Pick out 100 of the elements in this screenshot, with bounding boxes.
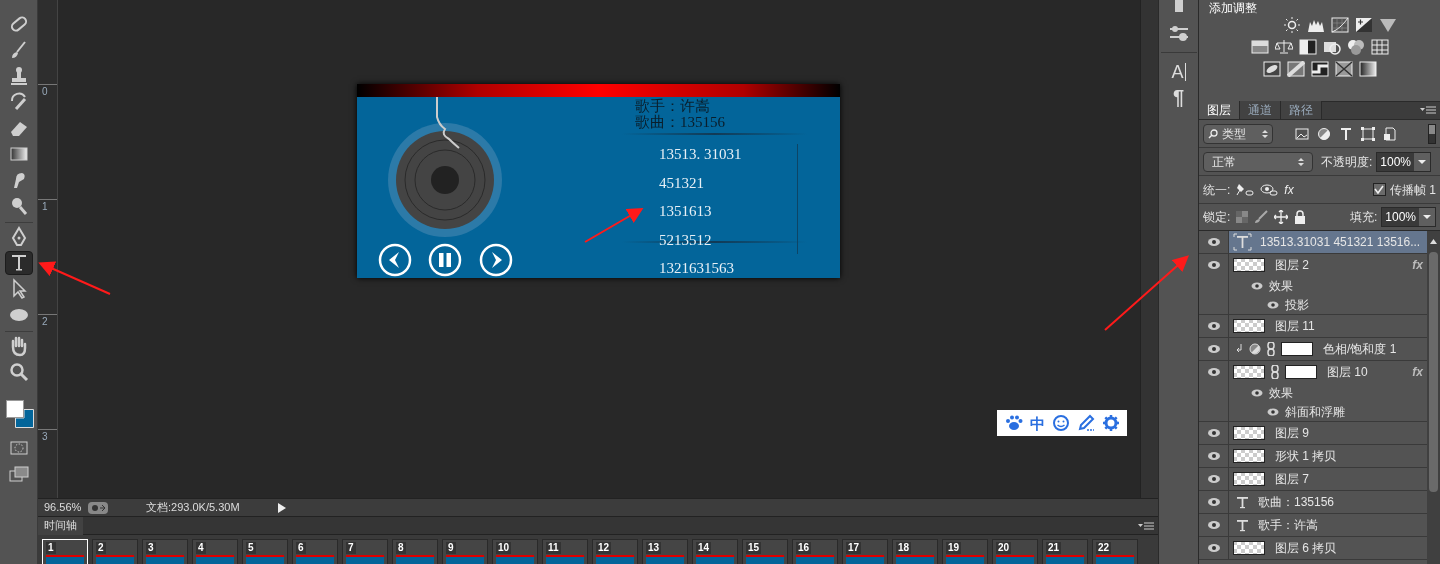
- animation-frame[interactable]: 22: [1092, 539, 1138, 564]
- posterize-icon[interactable]: [1286, 61, 1305, 77]
- move-arrows-icon[interactable]: [1274, 210, 1289, 224]
- selective-color-icon[interactable]: [1334, 61, 1353, 77]
- expand-arrow-icon[interactable]: [278, 502, 286, 513]
- scroll-up-icon[interactable]: [1430, 239, 1437, 244]
- panel-tab[interactable]: 路径: [1281, 101, 1322, 119]
- scales-icon[interactable]: [1274, 39, 1293, 55]
- visibility-eye-icon[interactable]: [1251, 388, 1263, 397]
- image-filter-icon[interactable]: [1295, 126, 1309, 141]
- unify-visibility-icon[interactable]: [1260, 182, 1279, 197]
- animation-frame[interactable]: 15: [742, 539, 788, 564]
- visibility-eye-icon[interactable]: [1206, 451, 1221, 461]
- color-balance-swatch-icon[interactable]: [1250, 39, 1269, 55]
- background-color-swatch[interactable]: [14, 409, 34, 428]
- visibility-eye-icon[interactable]: [1206, 344, 1221, 354]
- animation-frame[interactable]: 4: [192, 539, 238, 564]
- animation-frame[interactable]: 6: [292, 539, 338, 564]
- unify-style-button[interactable]: fx: [1284, 180, 1294, 199]
- layers-scrollbar[interactable]: [1427, 231, 1440, 564]
- panel-tab[interactable]: 图层: [1199, 101, 1240, 119]
- filter-toggle[interactable]: [1428, 123, 1436, 144]
- foreground-color-swatch[interactable]: [5, 400, 24, 418]
- panel-menu-icon[interactable]: [1420, 105, 1436, 115]
- propagate-frame-checkbox[interactable]: 传播帧 1: [1373, 180, 1436, 199]
- lock-paint-icon[interactable]: [1254, 210, 1269, 224]
- panel-menu-icon[interactable]: [1138, 520, 1154, 531]
- pencil-icon[interactable]: [1076, 414, 1095, 432]
- animation-frame[interactable]: 8: [392, 539, 438, 564]
- exposure-icon[interactable]: [1354, 17, 1373, 33]
- visibility-eye-icon[interactable]: [1206, 237, 1221, 247]
- next-button[interactable]: [479, 243, 513, 277]
- animation-frame[interactable]: 18: [892, 539, 938, 564]
- unify-position-icon[interactable]: [1236, 182, 1255, 197]
- curves-icon[interactable]: [1330, 17, 1349, 33]
- visibility-eye-icon[interactable]: [1206, 474, 1221, 484]
- layer-row[interactable]: 色相/饱和度 1: [1229, 338, 1427, 360]
- layer-row[interactable]: 图层 6 拷贝: [1229, 537, 1427, 559]
- layer-row[interactable]: 图层 7: [1229, 468, 1427, 490]
- vertical-scrollbar[interactable]: [1140, 0, 1158, 498]
- animation-frame[interactable]: 19: [942, 539, 988, 564]
- visibility-eye-icon[interactable]: [1206, 497, 1221, 507]
- vibrance-icon[interactable]: [1378, 17, 1397, 33]
- visibility-eye-icon[interactable]: [1206, 321, 1221, 331]
- lock-icon[interactable]: [1294, 210, 1307, 224]
- layer-row[interactable]: 13513.31031 451321 13516...: [1229, 231, 1427, 253]
- brightness-icon[interactable]: [1282, 17, 1301, 33]
- animation-frame[interactable]: 16: [792, 539, 838, 564]
- layer-row[interactable]: 图层 9: [1229, 422, 1427, 444]
- animation-frame[interactable]: 20: [992, 539, 1038, 564]
- layer-row[interactable]: 图层 10 fx: [1229, 361, 1427, 383]
- pause-button[interactable]: [428, 243, 462, 277]
- animation-frame[interactable]: 10: [492, 539, 538, 564]
- visibility-eye-icon[interactable]: [1206, 260, 1221, 270]
- animation-frame[interactable]: 7: [342, 539, 388, 564]
- animation-frame[interactable]: 14: [692, 539, 738, 564]
- animation-frame[interactable]: 21: [1042, 539, 1088, 564]
- layer-row[interactable]: 歌曲：135156: [1229, 491, 1427, 513]
- visibility-eye-icon[interactable]: [1206, 428, 1221, 438]
- visibility-eye-icon[interactable]: [1206, 367, 1221, 377]
- smiley-icon[interactable]: [1051, 414, 1070, 432]
- animation-frame[interactable]: 1: [42, 539, 88, 564]
- channel-mixer-icon[interactable]: [1346, 39, 1365, 55]
- animation-frame[interactable]: 11: [542, 539, 588, 564]
- shape-filter-icon[interactable]: [1361, 126, 1375, 141]
- invert-icon[interactable]: [1262, 61, 1281, 77]
- animation-frame[interactable]: 2: [92, 539, 138, 564]
- input-mode-toggle[interactable]: 中: [1029, 415, 1045, 431]
- fill-field[interactable]: 100%: [1381, 207, 1436, 227]
- animation-frame[interactable]: 9: [442, 539, 488, 564]
- visibility-eye-icon[interactable]: [1267, 300, 1279, 309]
- opacity-field[interactable]: 100%: [1376, 151, 1432, 172]
- monochrome-icon[interactable]: [1298, 39, 1317, 55]
- quick-mask-icon[interactable]: [9, 441, 28, 455]
- adjustment-filter-icon[interactable]: [1317, 126, 1331, 141]
- status-options-button[interactable]: [88, 501, 108, 514]
- screen-mode-icon[interactable]: [8, 466, 29, 482]
- animation-frame[interactable]: 5: [242, 539, 288, 564]
- photo-filter-icon[interactable]: [1322, 39, 1341, 55]
- layer-row[interactable]: 图层 11: [1229, 315, 1427, 337]
- visibility-eye-icon[interactable]: [1206, 543, 1221, 553]
- character-panel-button[interactable]: A: [1171, 63, 1186, 81]
- animation-frame[interactable]: 3: [142, 539, 188, 564]
- animation-frame[interactable]: 12: [592, 539, 638, 564]
- grid-icon[interactable]: [1370, 39, 1389, 55]
- paw-icon[interactable]: [1004, 414, 1023, 432]
- animation-frame[interactable]: 17: [842, 539, 888, 564]
- visibility-eye-icon[interactable]: [1206, 520, 1221, 530]
- brush-presets-icon[interactable]: [1167, 24, 1190, 42]
- layer-row[interactable]: 歌手：许嵩: [1229, 514, 1427, 536]
- type-filter-icon[interactable]: [1339, 126, 1353, 141]
- panel-tab[interactable]: 通道: [1240, 101, 1281, 119]
- filter-dropdown[interactable]: 类型: [1203, 123, 1273, 144]
- previous-button[interactable]: [378, 243, 412, 277]
- blend-mode-dropdown[interactable]: 正常: [1203, 151, 1313, 172]
- timeline-tab[interactable]: 时间轴: [38, 516, 83, 535]
- visibility-eye-icon[interactable]: [1267, 407, 1279, 416]
- paragraph-panel-button[interactable]: ¶: [1172, 87, 1185, 107]
- animation-frame[interactable]: 13: [642, 539, 688, 564]
- tool-button[interactable]: [4, 251, 33, 275]
